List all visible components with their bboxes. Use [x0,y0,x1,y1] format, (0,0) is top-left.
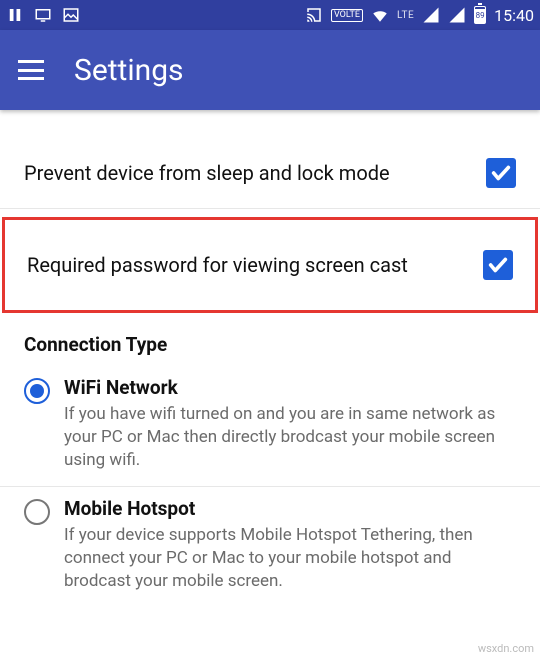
option-description: If your device supports Mobile Hotspot T… [64,524,516,593]
cast-icon [34,6,52,24]
watermark: wsxdn.com [478,642,534,655]
setting-prevent-sleep[interactable]: Prevent device from sleep and lock mode [0,138,540,209]
battery-icon: 89 [474,6,486,24]
menu-icon[interactable] [18,60,44,80]
option-title: WiFi Network [64,376,516,399]
settings-list: Prevent device from sleep and lock mode … [0,110,540,607]
wifi-icon [371,6,389,24]
option-wifi-network[interactable]: WiFi Network If you have wifi turned on … [0,366,540,487]
radio-unchecked-icon[interactable] [24,499,50,525]
setting-label: Required password for viewing screen cas… [27,253,467,277]
checkbox-checked-icon[interactable] [483,250,513,280]
page-title: Settings [74,53,184,88]
option-description: If you have wifi turned on and you are i… [64,403,516,472]
battery-level: 89 [475,9,485,23]
app-bar: Settings [0,30,540,110]
pause-icon [6,6,24,24]
checkbox-checked-icon[interactable] [486,158,516,188]
section-connection-type: Connection Type [0,313,540,366]
option-mobile-hotspot[interactable]: Mobile Hotspot If your device supports M… [0,487,540,607]
status-bar: VOLTE LTE 89 15:40 [0,0,540,30]
chromecast-icon [305,6,323,24]
radio-checked-icon[interactable] [24,378,50,404]
image-icon [62,6,80,24]
volte-badge: VOLTE [331,9,363,22]
setting-require-password[interactable]: Required password for viewing screen cas… [2,217,538,313]
setting-label: Prevent device from sleep and lock mode [24,161,470,185]
option-title: Mobile Hotspot [64,497,516,520]
clock: 15:40 [494,6,534,25]
signal-1-icon [422,6,440,24]
lte-label: LTE [397,10,414,21]
signal-2-icon [448,6,466,24]
